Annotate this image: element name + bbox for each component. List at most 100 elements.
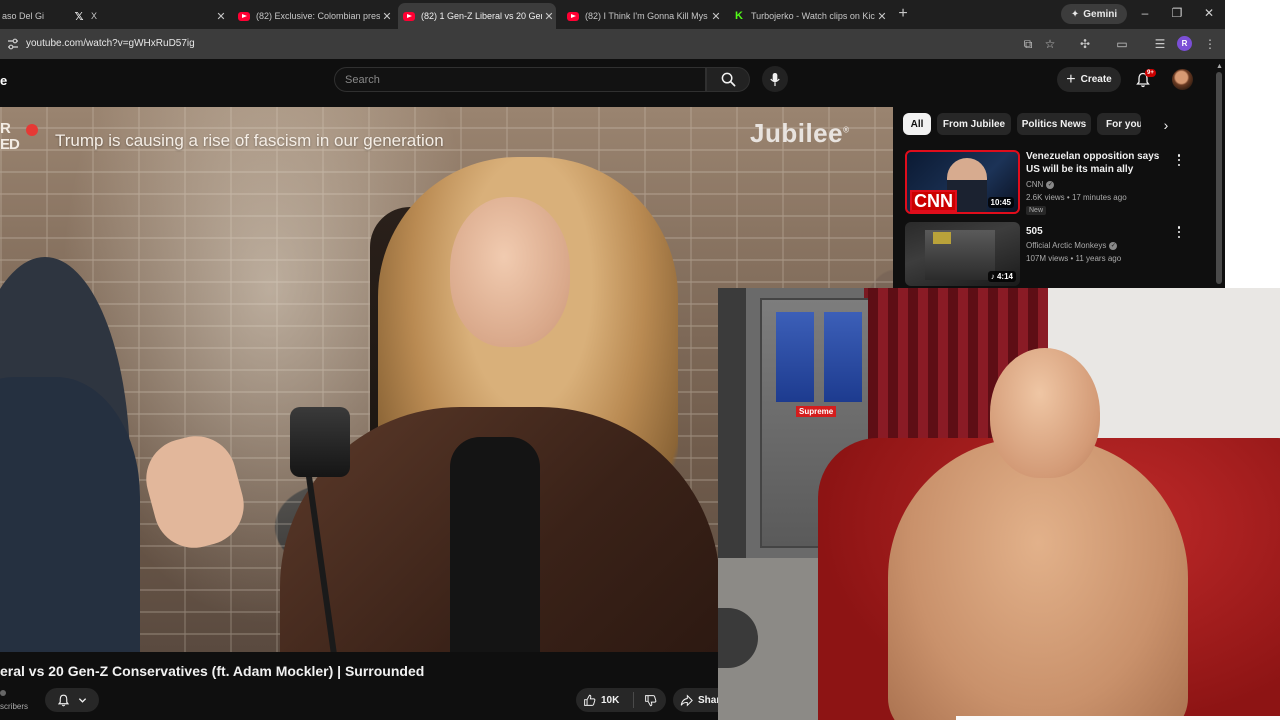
- webcam-person-head: [990, 348, 1100, 478]
- page-scrollbar[interactable]: [1216, 72, 1222, 284]
- scroll-up-arrow-icon[interactable]: ▲: [1216, 63, 1223, 70]
- extensions-icon[interactable]: ✣: [1077, 36, 1093, 52]
- search-box[interactable]: [334, 67, 706, 92]
- tab-title: (82) Exclusive: Colombian presi: [256, 11, 380, 21]
- speaker-shirt: [450, 437, 540, 652]
- verified-check-icon: ✓: [1046, 180, 1055, 189]
- webcam-person-body: [888, 438, 1188, 720]
- subscriber-count: scribers: [0, 702, 29, 711]
- bookmark-star-icon[interactable]: ☆: [1042, 36, 1058, 52]
- microphone-icon: [770, 72, 780, 86]
- video-topic-caption: Trump is causing a rise of fascism in ou…: [55, 131, 444, 150]
- close-tab-icon[interactable]: ✕: [214, 10, 228, 23]
- menu-kebab-icon[interactable]: ⋮: [1202, 36, 1218, 52]
- chip-for-you[interactable]: For you: [1097, 113, 1141, 135]
- tab-youtube-kill[interactable]: (82) I Think I'm Gonna Kill Mys ✕: [565, 3, 723, 29]
- search-icon: [721, 72, 735, 87]
- chevron-right-icon[interactable]: ›: [1157, 116, 1175, 134]
- jubilee-watermark: Jubilee®: [750, 118, 850, 148]
- address-bar-row: youtube.com/watch?v=gWHxRuD57ig ⧉ ☆ ✣ ▭ …: [0, 29, 1225, 59]
- bell-icon: [57, 694, 70, 706]
- voice-search-button[interactable]: [762, 66, 788, 92]
- tab-partial[interactable]: aso Del Gi: [0, 3, 64, 29]
- video-title: eral vs 20 Gen-Z Conservatives (ft. Adam…: [0, 663, 425, 679]
- sparkle-icon: ✦: [1070, 8, 1080, 20]
- recording-dot: [26, 124, 38, 136]
- channel-name: CNN: [1026, 180, 1044, 189]
- new-tab-button[interactable]: +: [895, 5, 911, 23]
- chip-politics-news[interactable]: Politics News: [1017, 113, 1091, 135]
- recommendation-item[interactable]: ♪ 4:14 505 Official Arctic Monkeys ✓ 107…: [905, 222, 1205, 288]
- recommendation-stats: 2.6K views • 17 minutes ago: [1026, 193, 1127, 202]
- video-thumbnail[interactable]: CNN 10:45: [905, 150, 1020, 214]
- verified-check-icon: ✓: [1109, 241, 1118, 250]
- webcam-box-left: [776, 312, 814, 402]
- tab-kick-turbojerko[interactable]: K Turbojerko - Watch clips on Kic ✕: [731, 3, 889, 29]
- speaker-face: [450, 197, 570, 347]
- recommendation-title[interactable]: 505: [1026, 225, 1176, 238]
- create-button[interactable]: + Create: [1057, 67, 1121, 92]
- youtube-logo[interactable]: e: [0, 73, 7, 88]
- duration-badge: ♪ 4:14: [987, 271, 1016, 282]
- dislike-button[interactable]: [634, 694, 666, 707]
- split-view-icon[interactable]: ▭: [1114, 36, 1130, 52]
- site-settings-icon[interactable]: [6, 37, 20, 51]
- tab-youtube-colombian[interactable]: (82) Exclusive: Colombian presi ✕: [236, 3, 394, 29]
- foreground-person-left-shoulder: [0, 377, 140, 652]
- tab-title: Turbojerko - Watch clips on Kic: [751, 11, 875, 21]
- view-count: 2.6K views: [1026, 193, 1065, 202]
- video-thumbnail[interactable]: ♪ 4:14: [905, 222, 1020, 286]
- tab-title: X: [91, 11, 98, 21]
- close-window-button[interactable]: ✕: [1201, 6, 1217, 20]
- kick-icon: K: [735, 10, 743, 22]
- thumbnail-building: [925, 230, 995, 280]
- view-count: 107M views: [1026, 254, 1069, 263]
- studio-microphone: [290, 407, 350, 477]
- channel-avatar[interactable]: [0, 690, 6, 696]
- like-button[interactable]: 10K: [576, 692, 634, 708]
- minimize-button[interactable]: –: [1137, 6, 1153, 20]
- tab-title: (82) I Think I'm Gonna Kill Mys: [585, 11, 708, 21]
- account-avatar[interactable]: [1172, 69, 1193, 90]
- desktop-edge: [1225, 0, 1280, 288]
- profile-avatar[interactable]: R: [1177, 36, 1192, 51]
- channel-name: Official Arctic Monkeys: [1026, 241, 1107, 250]
- youtube-icon: [238, 10, 250, 22]
- search-button[interactable]: [706, 67, 750, 92]
- webcam-box-right: [824, 312, 862, 402]
- recommendation-channel[interactable]: Official Arctic Monkeys ✓: [1026, 241, 1118, 250]
- more-actions-icon[interactable]: [1175, 226, 1183, 238]
- tab-title: aso Del Gi: [2, 11, 45, 21]
- close-tab-icon[interactable]: ✕: [875, 10, 889, 23]
- cast-icon[interactable]: ⧉: [1020, 36, 1036, 52]
- upload-age: 17 minutes ago: [1071, 193, 1127, 202]
- upload-age: 11 years ago: [1075, 254, 1122, 263]
- chip-from-jubilee[interactable]: From Jubilee: [937, 113, 1011, 135]
- search-input[interactable]: [335, 68, 705, 91]
- youtube-icon: [403, 10, 415, 22]
- tab-x[interactable]: 𝕏 X ✕: [70, 3, 228, 29]
- recommendation-channel[interactable]: CNN ✓: [1026, 180, 1055, 189]
- recommendation-stats: 107M views • 11 years ago: [1026, 254, 1122, 263]
- close-tab-icon[interactable]: ✕: [542, 10, 556, 23]
- webcam-bottom-edge: [956, 716, 1280, 720]
- chip-all[interactable]: All: [903, 113, 931, 135]
- recommendation-item[interactable]: CNN 10:45 Venezuelan opposition says US …: [905, 150, 1205, 216]
- x-icon: 𝕏: [74, 10, 84, 23]
- restore-button[interactable]: ❐: [1169, 6, 1185, 20]
- thumbs-down-icon: [644, 694, 656, 706]
- youtube-header: e + Create 9+: [0, 59, 1218, 107]
- tab-search-icon[interactable]: ☰: [1152, 36, 1168, 52]
- recommendation-title[interactable]: Venezuelan opposition says US will be it…: [1026, 150, 1176, 176]
- new-badge: New: [1026, 206, 1047, 215]
- close-tab-icon[interactable]: ✕: [709, 10, 723, 23]
- subscription-notifications-button[interactable]: [45, 688, 99, 712]
- tab-youtube-genz-active[interactable]: (82) 1 Gen-Z Liberal vs 20 Gen ✕: [398, 3, 556, 29]
- close-tab-icon[interactable]: ✕: [380, 10, 394, 23]
- more-actions-icon[interactable]: [1175, 154, 1183, 166]
- gemini-button[interactable]: ✦ Gemini: [1061, 4, 1127, 24]
- browser-tab-strip: aso Del Gi 𝕏 X ✕ (82) Exclusive: Colombi…: [0, 0, 1225, 29]
- share-arrow-icon: [680, 693, 693, 707]
- share-label: Shar: [698, 694, 721, 706]
- url-text[interactable]: youtube.com/watch?v=gWHxRuD57ig: [26, 38, 195, 49]
